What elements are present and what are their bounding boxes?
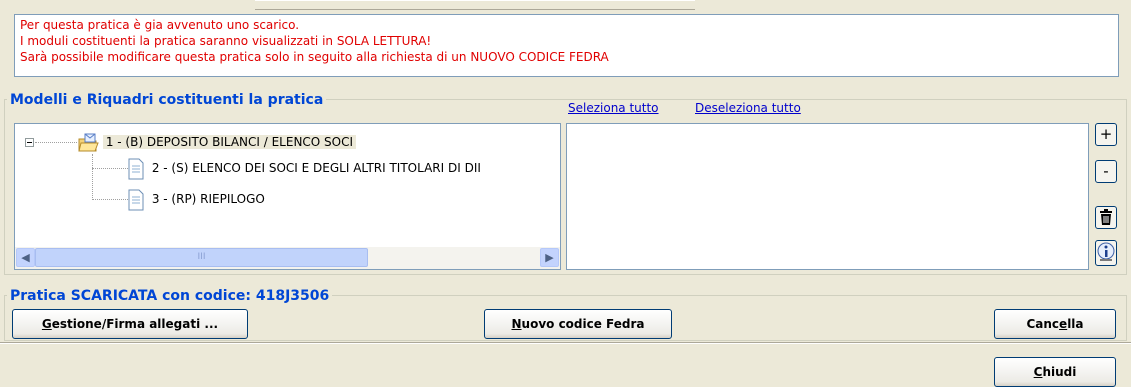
scroll-thumb[interactable]: III [35,248,368,267]
top-separator [255,0,695,10]
tree-horizontal-scrollbar[interactable]: ◀ III ▶ [15,247,560,269]
bottom-separator [0,342,1131,344]
tree-node-label: 2 - (S) ELENCO DEI SOCI E DEGLI ALTRI TI… [151,161,481,175]
notice-line: I moduli costituenti la pratica saranno … [20,34,432,48]
info-button[interactable] [1095,240,1117,266]
scroll-right-icon[interactable]: ▶ [540,248,559,267]
tree-node[interactable]: 3 - (RP) RIEPILOGO [127,188,268,210]
remove-button[interactable]: - [1095,160,1117,183]
selection-list[interactable] [566,123,1089,270]
deselect-all-link[interactable]: Deseleziona tutto [695,101,801,115]
nuovo-codice-fedra-button[interactable]: Nuovo codice Fedra [484,309,672,339]
add-button[interactable]: + [1095,123,1117,146]
open-folder-envelope-icon [77,133,99,153]
select-all-link[interactable]: Seleziona tutto [568,101,659,115]
tree-node-label: 3 - (RP) RIEPILOGO [151,192,265,206]
notice-line: Per questa pratica è gia avvenuto uno sc… [20,18,300,32]
chiudi-button[interactable]: Chiudi [994,357,1116,387]
trash-icon [1099,209,1113,230]
delete-button[interactable] [1095,206,1117,229]
document-icon [127,158,145,180]
tree-node[interactable]: 1 - (B) DEPOSITO BILANCI / ELENCO SOCI [77,131,357,153]
notice-box: Per questa pratica è gia avvenuto uno sc… [14,14,1119,77]
collapse-toggle[interactable] [25,138,34,147]
scroll-left-icon[interactable]: ◀ [16,248,35,267]
document-icon [127,189,145,211]
pratica-code-title: Pratica SCARICATA con codice: 418J3506 [7,287,333,305]
gestione-firma-allegati-button[interactable]: Gestione/Firma allegati ... [12,309,248,339]
tree-node-label: 1 - (B) DEPOSITO BILANCI / ELENCO SOCI [102,135,357,149]
scroll-grip: III [197,252,206,262]
notice-line: Sarà possibile modificare questa pratica… [20,50,609,64]
cancella-button[interactable]: Cancella [994,309,1116,339]
models-group-title: Modelli e Riquadri costituenti la pratic… [7,91,327,109]
tree-node[interactable]: 2 - (S) ELENCO DEI SOCI E DEGLI ALTRI TI… [127,157,484,179]
info-icon [1097,242,1115,268]
